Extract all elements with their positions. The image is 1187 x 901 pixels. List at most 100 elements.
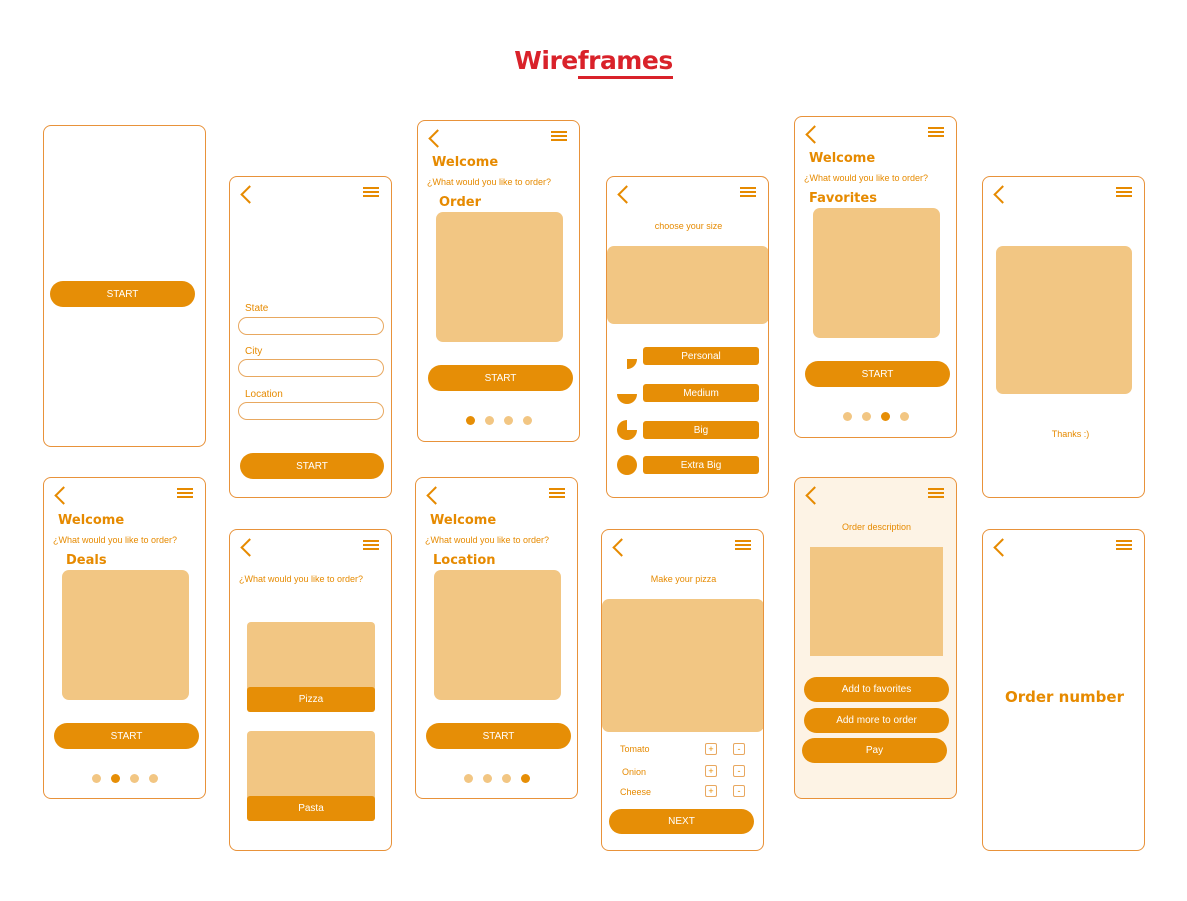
- start-button[interactable]: START: [426, 723, 571, 749]
- screen-thanks: Thanks :): [982, 176, 1145, 498]
- size-option-personal[interactable]: Personal: [643, 347, 759, 365]
- menu-icon[interactable]: [177, 488, 193, 498]
- screen-order: Welcome ¿What would you like to order? O…: [417, 120, 580, 442]
- three-quarter-slice-icon: [617, 420, 637, 440]
- screen-favorites: Welcome ¿What would you like to order? F…: [794, 116, 957, 438]
- page-dot[interactable]: [843, 412, 852, 421]
- half-slice-icon: [617, 394, 637, 404]
- state-input[interactable]: [238, 317, 384, 335]
- screen-location: Welcome ¿What would you like to order? L…: [415, 477, 578, 799]
- map-placeholder: [434, 570, 561, 700]
- page-dot[interactable]: [485, 416, 494, 425]
- menu-icon[interactable]: [928, 127, 944, 137]
- screen-start: START: [43, 125, 206, 447]
- size-option-extra-big[interactable]: Extra Big: [643, 456, 759, 474]
- pay-button[interactable]: Pay: [802, 738, 947, 763]
- title-underlined: frames: [577, 46, 673, 79]
- order-number-label: Order number: [1005, 688, 1124, 706]
- back-icon[interactable]: [54, 486, 73, 505]
- section-heading: Deals: [66, 553, 107, 568]
- page-dot[interactable]: [149, 774, 158, 783]
- pizza-button[interactable]: Pizza: [247, 687, 375, 712]
- page-dot[interactable]: [881, 412, 890, 421]
- page-dot[interactable]: [464, 774, 473, 783]
- menu-icon[interactable]: [1116, 540, 1132, 550]
- image-placeholder: [436, 212, 563, 342]
- thanks-message: Thanks :): [1051, 429, 1090, 439]
- location-label: Location: [245, 389, 283, 400]
- page-dots: [464, 774, 530, 783]
- menu-icon[interactable]: [551, 131, 567, 141]
- page-dot[interactable]: [502, 774, 511, 783]
- page-dots: [92, 774, 158, 783]
- welcome-heading: Welcome: [58, 513, 125, 528]
- quarter-slice-icon: [627, 359, 637, 369]
- order-description-prompt: Order description: [841, 522, 912, 532]
- onion-minus-button[interactable]: -: [733, 765, 745, 777]
- page-dot[interactable]: [523, 416, 532, 425]
- back-icon[interactable]: [805, 125, 824, 144]
- section-heading: Order: [439, 195, 481, 210]
- ingredient-tomato: Tomato: [620, 744, 650, 754]
- question-text: ¿What would you like to order?: [239, 574, 364, 584]
- size-prompt: choose your size: [654, 221, 723, 231]
- page-dot[interactable]: [521, 774, 530, 783]
- menu-icon[interactable]: [928, 488, 944, 498]
- page-dot[interactable]: [92, 774, 101, 783]
- start-button[interactable]: START: [54, 723, 199, 749]
- page-dot[interactable]: [483, 774, 492, 783]
- back-icon[interactable]: [240, 538, 259, 557]
- page-dot[interactable]: [862, 412, 871, 421]
- make-pizza-prompt: Make your pizza: [650, 574, 717, 584]
- back-icon[interactable]: [426, 486, 445, 505]
- size-option-big[interactable]: Big: [643, 421, 759, 439]
- next-button[interactable]: NEXT: [609, 809, 754, 834]
- screen-deals: Welcome ¿What would you like to order? D…: [43, 477, 206, 799]
- back-icon[interactable]: [805, 486, 824, 505]
- city-input[interactable]: [238, 359, 384, 377]
- back-icon[interactable]: [612, 538, 631, 557]
- page-dot[interactable]: [504, 416, 513, 425]
- start-button[interactable]: START: [240, 453, 384, 479]
- add-to-favorites-button[interactable]: Add to favorites: [804, 677, 949, 702]
- menu-icon[interactable]: [735, 540, 751, 550]
- tomato-plus-button[interactable]: +: [705, 743, 717, 755]
- back-icon[interactable]: [993, 538, 1012, 557]
- page-dot[interactable]: [466, 416, 475, 425]
- page-dots: [466, 416, 532, 425]
- menu-icon[interactable]: [740, 187, 756, 197]
- back-icon[interactable]: [617, 185, 636, 204]
- tomato-minus-button[interactable]: -: [733, 743, 745, 755]
- pasta-button[interactable]: Pasta: [247, 796, 375, 821]
- image-placeholder: [607, 246, 768, 324]
- menu-icon[interactable]: [549, 488, 565, 498]
- menu-icon[interactable]: [363, 540, 379, 550]
- cheese-plus-button[interactable]: +: [705, 785, 717, 797]
- add-more-button[interactable]: Add more to order: [804, 708, 949, 733]
- menu-icon[interactable]: [1116, 187, 1132, 197]
- state-label: State: [245, 303, 269, 314]
- page-dot[interactable]: [111, 774, 120, 783]
- screen-location-form: State City Location START: [229, 176, 392, 498]
- welcome-heading: Welcome: [809, 151, 876, 166]
- back-icon[interactable]: [993, 185, 1012, 204]
- start-button[interactable]: START: [805, 361, 950, 387]
- welcome-heading: Welcome: [430, 513, 497, 528]
- welcome-heading: Welcome: [432, 155, 499, 170]
- question-text: ¿What would you like to order?: [425, 535, 550, 545]
- onion-plus-button[interactable]: +: [705, 765, 717, 777]
- size-option-medium[interactable]: Medium: [643, 384, 759, 402]
- image-placeholder: [62, 570, 189, 700]
- start-button[interactable]: START: [50, 281, 195, 307]
- menu-icon[interactable]: [363, 187, 379, 197]
- section-heading: Favorites: [809, 191, 877, 206]
- back-icon[interactable]: [240, 185, 259, 204]
- location-input[interactable]: [238, 402, 384, 420]
- back-icon[interactable]: [428, 129, 447, 148]
- page-dot[interactable]: [900, 412, 909, 421]
- page-dot[interactable]: [130, 774, 139, 783]
- question-text: ¿What would you like to order?: [804, 173, 929, 183]
- cheese-minus-button[interactable]: -: [733, 785, 745, 797]
- start-button[interactable]: START: [428, 365, 573, 391]
- screen-menu-choice: ¿What would you like to order? Pizza Pas…: [229, 529, 392, 851]
